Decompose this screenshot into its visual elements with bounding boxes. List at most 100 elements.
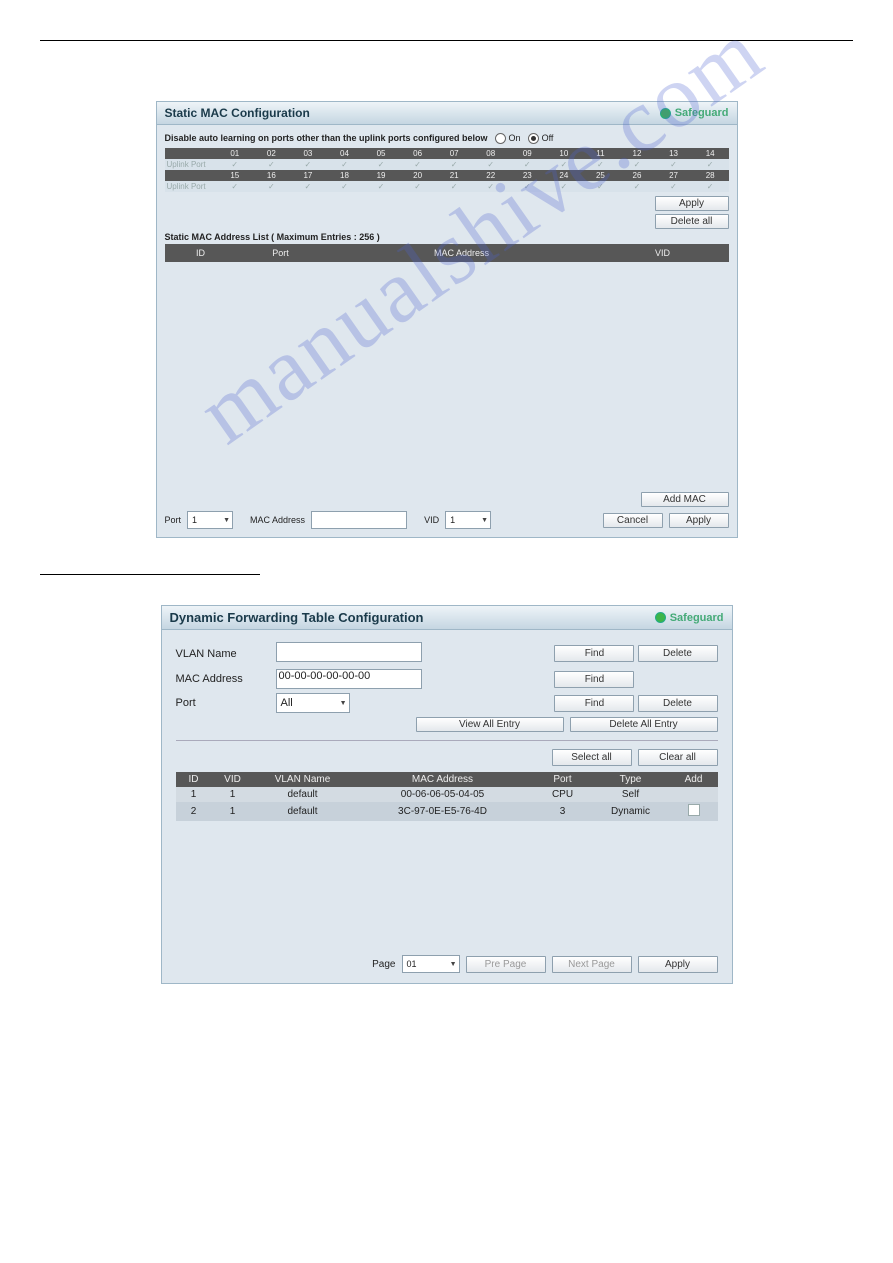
port-check[interactable]: ✓ [472, 159, 509, 170]
th-id: ID [176, 772, 212, 787]
vlan-name-label: VLAN Name [176, 648, 276, 660]
section-underline [40, 574, 260, 575]
vlan-find-button[interactable]: Find [554, 645, 634, 662]
next-page-button[interactable]: Next Page [552, 956, 632, 973]
divider [176, 740, 718, 741]
view-all-button[interactable]: View All Entry [416, 717, 564, 732]
port-check[interactable]: ✓ [582, 159, 619, 170]
mac-address-label: MAC Address [176, 673, 276, 685]
footer-vid-label: VID [424, 515, 439, 525]
radio-off-label: Off [542, 133, 554, 143]
mac-find-button[interactable]: Find [554, 671, 634, 688]
mac-input[interactable] [311, 511, 407, 529]
table-row: 2 1 default 3C-97-0E-E5-76-4D 3 Dynamic [176, 802, 718, 821]
radio-off[interactable] [528, 133, 539, 144]
entries-label: Static MAC Address List ( Maximum Entrie… [165, 232, 729, 242]
port-check[interactable]: ✓ [619, 159, 656, 170]
prev-page-button[interactable]: Pre Page [466, 956, 546, 973]
port-check[interactable]: ✓ [655, 159, 692, 170]
port-check[interactable]: ✓ [655, 181, 692, 192]
uplink-port-label-2: Uplink Port [165, 181, 217, 192]
delete-all-entry-button[interactable]: Delete All Entry [570, 717, 718, 732]
dynamic-forwarding-panel: Dynamic Forwarding Table Configuration S… [161, 605, 733, 984]
delete-all-button[interactable]: Delete all [655, 214, 729, 229]
port-delete-button[interactable]: Delete [638, 695, 718, 712]
page-apply-button[interactable]: Apply [638, 956, 718, 973]
panel2-titlebar: Dynamic Forwarding Table Configuration S… [162, 606, 732, 630]
clear-all-button[interactable]: Clear all [638, 749, 718, 766]
port-check[interactable]: ✓ [399, 159, 436, 170]
port-check[interactable]: ✓ [290, 181, 327, 192]
col-vid: VID [599, 246, 727, 260]
radio-on-label: On [509, 133, 521, 143]
ports-row-1-checks: Uplink Port ✓✓✓✓✓✓✓✓✓✓✓✓✓✓ [165, 159, 729, 170]
th-vlan: VLAN Name [254, 772, 352, 787]
top-rule [40, 40, 853, 41]
panel1-titlebar: Static MAC Configuration Safeguard [157, 102, 737, 125]
page-select[interactable]: 01 [402, 955, 460, 973]
safeguard-label-2: Safeguard [670, 612, 724, 624]
footer-apply-button[interactable]: Apply [669, 513, 729, 528]
disable-autolearn-label: Disable auto learning on ports other tha… [165, 133, 488, 143]
port-check[interactable]: ✓ [217, 181, 254, 192]
uplink-ports-table: 0102030405060708091011121314 Uplink Port… [165, 148, 729, 192]
port-check[interactable]: ✓ [436, 159, 473, 170]
port-check[interactable]: ✓ [363, 159, 400, 170]
port-check[interactable]: ✓ [546, 159, 583, 170]
th-type: Type [592, 772, 670, 787]
port-check[interactable]: ✓ [217, 159, 254, 170]
port-check[interactable]: ✓ [399, 181, 436, 192]
static-mac-panel: Static MAC Configuration Safeguard Disab… [156, 101, 738, 538]
port-check[interactable]: ✓ [363, 181, 400, 192]
th-port: Port [534, 772, 592, 787]
col-port: Port [237, 246, 325, 260]
vlan-delete-button[interactable]: Delete [638, 645, 718, 662]
footer-mac-label: MAC Address [250, 515, 305, 525]
port-check[interactable]: ✓ [253, 159, 290, 170]
port-check[interactable]: ✓ [326, 159, 363, 170]
radio-on[interactable] [495, 133, 506, 144]
th-add: Add [670, 772, 718, 787]
port-check[interactable]: ✓ [253, 181, 290, 192]
port-check[interactable]: ✓ [509, 159, 546, 170]
safeguard-dot-icon [660, 108, 671, 119]
port-select[interactable]: 1 [187, 511, 233, 529]
uplink-port-label-1: Uplink Port [165, 159, 217, 170]
port-check[interactable]: ✓ [472, 181, 509, 192]
port-check[interactable]: ✓ [509, 181, 546, 192]
th-vid: VID [212, 772, 254, 787]
forwarding-table: ID VID VLAN Name MAC Address Port Type A… [176, 772, 718, 821]
port-check[interactable]: ✓ [582, 181, 619, 192]
panel1-title: Static MAC Configuration [165, 106, 310, 120]
footer-port-label: Port [165, 515, 182, 525]
port-check[interactable]: ✓ [436, 181, 473, 192]
add-mac-button[interactable]: Add MAC [641, 492, 729, 507]
port-check[interactable]: ✓ [692, 159, 729, 170]
port-check[interactable]: ✓ [290, 159, 327, 170]
vlan-name-input[interactable] [276, 642, 422, 662]
page-label: Page [372, 959, 395, 970]
th-mac: MAC Address [352, 772, 534, 787]
ports-row-1-header: 0102030405060708091011121314 [165, 148, 729, 159]
safeguard-badge: Safeguard [660, 107, 729, 119]
port-select-2[interactable]: All [276, 693, 350, 713]
vid-select[interactable]: 1 [445, 511, 491, 529]
add-checkbox[interactable] [688, 804, 700, 816]
port-find-button[interactable]: Find [554, 695, 634, 712]
mac-address-input[interactable]: 00-00-00-00-00-00 [276, 669, 422, 689]
safeguard-dot-icon [655, 612, 666, 623]
port-check[interactable]: ✓ [326, 181, 363, 192]
col-id: ID [167, 246, 235, 260]
select-all-button[interactable]: Select all [552, 749, 632, 766]
port-label: Port [176, 697, 276, 709]
ports-row-2-header: 1516171819202122232425262728 [165, 170, 729, 181]
mac-list-header: ID Port MAC Address VID [165, 244, 729, 262]
port-check[interactable]: ✓ [692, 181, 729, 192]
cancel-button[interactable]: Cancel [603, 513, 663, 528]
col-mac: MAC Address [327, 246, 597, 260]
port-check[interactable]: ✓ [546, 181, 583, 192]
apply-button[interactable]: Apply [655, 196, 729, 211]
table-row: 1 1 default 00-06-06-05-04-05 CPU Self [176, 787, 718, 802]
ports-row-2-checks: Uplink Port ✓✓✓✓✓✓✓✓✓✓✓✓✓✓ [165, 181, 729, 192]
port-check[interactable]: ✓ [619, 181, 656, 192]
